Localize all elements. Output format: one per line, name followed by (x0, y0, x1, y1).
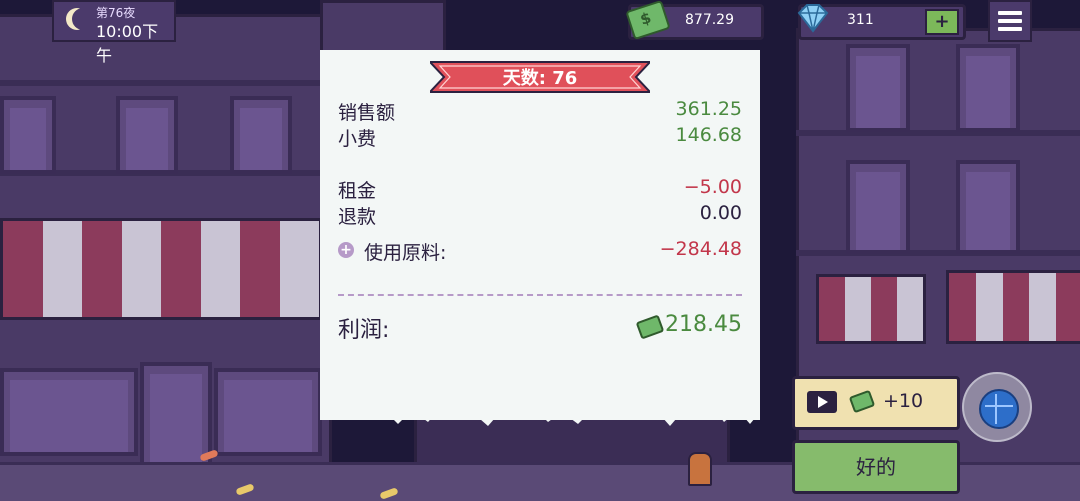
sales-row: 销售额 361.25 (338, 98, 742, 124)
ingredients-label: 使用原料: (364, 242, 447, 264)
moon-icon (72, 8, 94, 30)
striped-awning (816, 274, 926, 344)
cash-icon (625, 0, 671, 41)
ad-reward-amount: +10 (883, 390, 924, 412)
gem-icon (797, 4, 829, 33)
window (846, 160, 910, 254)
clock: 10:00下午 (96, 22, 159, 65)
money-value: 877.29 (685, 12, 734, 28)
window (846, 44, 910, 132)
window (956, 160, 1020, 254)
divider (338, 294, 742, 296)
window (230, 96, 292, 174)
rent-label: 租金 (338, 180, 377, 202)
gem-value: 311 (847, 12, 874, 28)
globe-button[interactable] (962, 372, 1032, 442)
floor-ledge (796, 130, 1080, 136)
add-gems-button[interactable]: + (925, 9, 959, 35)
tips-label: 小费 (338, 128, 377, 150)
cash-icon (635, 314, 665, 340)
end-of-day-receipt: 天数: 76 销售额 361.25 小费 146.68 租金 −5.00 退款 … (320, 50, 760, 420)
tips-row: 小费 146.68 (338, 124, 742, 150)
play-icon (807, 391, 837, 413)
ok-button[interactable]: 好的 (792, 440, 960, 494)
rent-row: 租金 −5.00 (338, 176, 742, 202)
shop-window (214, 368, 322, 456)
money-counter: 877.29 (625, 0, 764, 41)
rent-amount: −5.00 (683, 176, 742, 198)
window (956, 44, 1020, 132)
ingredients-row[interactable]: + 使用原料: −284.48 (338, 238, 742, 264)
sales-label: 销售额 (338, 102, 396, 124)
cash-icon (848, 389, 876, 414)
watch-ad-reward-button[interactable]: +10 (792, 376, 960, 430)
tips-amount: 146.68 (675, 124, 742, 146)
striped-awning (0, 218, 322, 320)
day-time-panel: 第76夜 10:00下午 (52, 0, 176, 65)
ingredients-amount: −284.48 (659, 238, 742, 260)
refund-amount: 0.00 (699, 202, 742, 224)
window (0, 96, 56, 174)
striped-awning (946, 270, 1080, 344)
refund-row: 退款 0.00 (338, 202, 742, 228)
sales-amount: 361.25 (675, 98, 742, 120)
day-banner-label: 天数: 76 (502, 68, 578, 89)
floor-ledge (0, 80, 326, 86)
profit-amount: 218.45 (665, 312, 742, 337)
expand-plus-icon[interactable]: + (338, 242, 354, 258)
refund-label: 退款 (338, 206, 377, 228)
window (116, 96, 178, 174)
gem-counter: 311 + (797, 4, 966, 40)
receipt-torn-edge (320, 392, 760, 426)
floor-ledge (796, 250, 1080, 256)
shop-window (0, 368, 138, 456)
globe-icon (979, 389, 1019, 429)
profit-label: 利润: (338, 318, 390, 343)
menu-button[interactable] (988, 0, 1032, 42)
fire-hydrant (688, 452, 712, 486)
